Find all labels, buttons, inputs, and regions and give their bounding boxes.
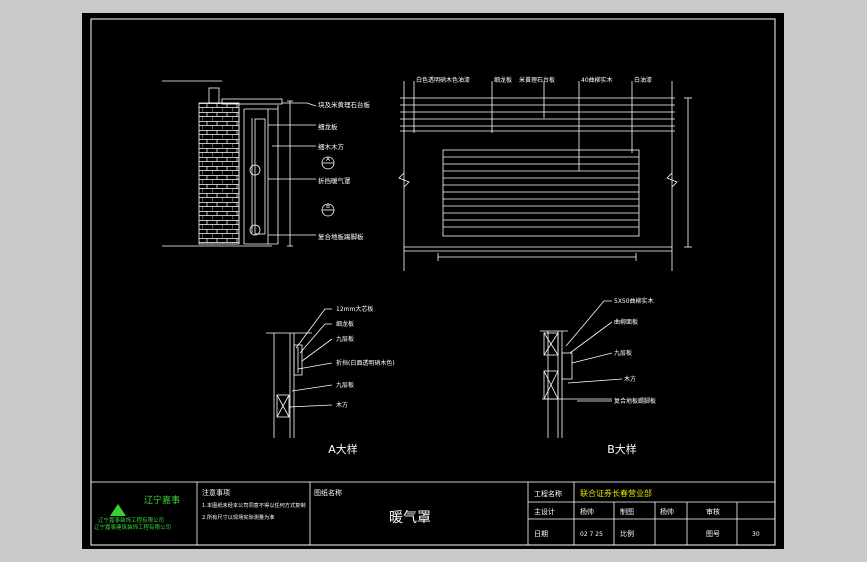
brick-wall bbox=[198, 102, 240, 245]
sheet-no-label: 图号 bbox=[706, 530, 720, 538]
elevation-view bbox=[398, 81, 692, 271]
section-label: 细龙板 bbox=[318, 122, 338, 131]
section-view bbox=[162, 80, 335, 247]
company-logo bbox=[110, 504, 126, 516]
detail-a-label: 九层板 bbox=[336, 381, 354, 389]
detail-a-label: 折挡(白面透明硝木色) bbox=[336, 359, 395, 367]
note-2: 2.所有尺寸以现场实际测量为准 bbox=[202, 513, 274, 521]
section-label: 细木木方 bbox=[318, 142, 345, 151]
sheet-no-value: 30 bbox=[752, 531, 760, 538]
scale-label: 比例 bbox=[620, 529, 634, 538]
note-1: 1.本图纸未经本公司同意不得以任何方式复制 bbox=[202, 501, 306, 509]
project-label: 工程名称 bbox=[534, 489, 562, 498]
title-block-text: 辽宁嘉事 辽宁嘉事装饰工程有限公司 辽宁嘉事建筑装饰工程有限公司 注意事项 1.… bbox=[94, 488, 760, 538]
detail-a-label: 九层板 bbox=[336, 335, 354, 343]
section-label: 复合地板踢脚板 bbox=[318, 232, 364, 241]
elevation-label: 40曲柳实木 bbox=[581, 76, 613, 84]
elevation-label: 米黄理石台板 bbox=[519, 76, 555, 84]
checker-label: 审核 bbox=[706, 507, 720, 516]
detail-b-label: 九层板 bbox=[614, 349, 632, 357]
drafter-label: 制图 bbox=[620, 507, 634, 516]
section-label: 折挡暖气罩 bbox=[318, 176, 351, 185]
company-line-1: 辽宁嘉事装饰工程有限公司 bbox=[98, 516, 164, 524]
detail-a-label: 12mm大芯板 bbox=[336, 305, 373, 313]
detail-b-label: 木方 bbox=[624, 375, 636, 383]
detail-b bbox=[540, 300, 623, 438]
detail-b-caption: B大样 bbox=[607, 442, 637, 456]
date-value: 02 7 25 bbox=[580, 531, 603, 538]
detail-a-labels: 12mm大芯板 细龙板 九层板 折挡(白面透明硝木色) 九层板 木方 bbox=[336, 305, 395, 409]
detail-b-labels: 5X50曲柳实木 曲柳面板 九层板 木方 复合地板踢脚板 bbox=[614, 297, 656, 405]
detail-b-label: 曲柳面板 bbox=[614, 318, 638, 326]
detail-a-label: 细龙板 bbox=[336, 320, 354, 328]
date-label: 日期 bbox=[534, 530, 548, 538]
elevation-label: 细龙板 bbox=[494, 76, 512, 84]
project-name: 联合证券长春营业部 bbox=[580, 488, 652, 498]
detail-b-label: 复合地板踢脚板 bbox=[614, 397, 656, 405]
marker-b: B bbox=[326, 204, 330, 210]
detail-a-caption: A大样 bbox=[328, 442, 358, 456]
elevation-label: 白油漆 bbox=[634, 76, 652, 84]
detail-b-label: 5X50曲柳实木 bbox=[614, 297, 654, 305]
notes-title: 注意事项 bbox=[202, 488, 230, 497]
section-label: 块及米黄理石台板 bbox=[318, 100, 371, 109]
company-line-2: 辽宁嘉事建筑装饰工程有限公司 bbox=[94, 523, 171, 531]
drawing-name-label: 图纸名称 bbox=[314, 488, 342, 497]
designer-label: 主设计 bbox=[534, 507, 555, 516]
detail-a-label: 木方 bbox=[336, 401, 348, 409]
cad-drawing: 块及米黄理石台板 细龙板 细木木方 折挡暖气罩 复合地板踢脚板 A B 白色透明… bbox=[90, 18, 776, 546]
marker-a: A bbox=[326, 157, 330, 163]
designer-value: 杨帅 bbox=[580, 507, 594, 516]
detail-a bbox=[266, 308, 333, 438]
elevation-labels: 白色透明硝木色油漆 细龙板 米黄理石台板 40曲柳实木 白油漆 bbox=[416, 76, 652, 84]
drawing-name: 暖气罩 bbox=[389, 510, 431, 526]
company-name: 辽宁嘉事 bbox=[144, 494, 180, 506]
drawing-sheet: 块及米黄理石台板 细龙板 细木木方 折挡暖气罩 复合地板踢脚板 A B 白色透明… bbox=[82, 13, 784, 549]
drafter-value: 杨帅 bbox=[660, 507, 674, 516]
elevation-label: 白色透明硝木色油漆 bbox=[416, 76, 470, 84]
section-view-labels: 块及米黄理石台板 细龙板 细木木方 折挡暖气罩 复合地板踢脚板 bbox=[318, 100, 371, 241]
